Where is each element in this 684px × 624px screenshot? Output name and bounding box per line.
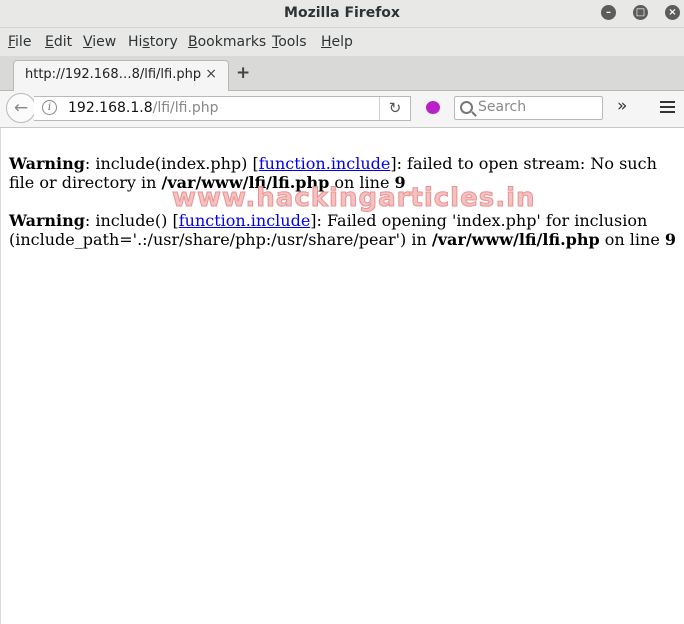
maximize-button[interactable]: □ [633,5,648,20]
window-title: Mozilla Firefox [284,5,400,21]
tab-strip: http://192.168…8/lfi/lfi.php × [0,56,684,91]
hamburger-menu-icon[interactable] [660,101,675,116]
search-input[interactable]: Search [454,96,603,120]
window-titlebar: Mozilla Firefox – □ × [0,0,684,28]
file-path: /var/www/lfi/lfi.php [431,230,600,249]
search-icon [460,101,473,114]
url-host: 192.168.1.8 [68,100,153,116]
url-path: /lfi/lfi.php [152,100,219,116]
info-icon[interactable]: i [42,100,57,115]
watermark: www.hackingarticles.in [172,183,536,214]
line-number: 9 [664,230,677,249]
menu-edit[interactable]: Edit [45,34,72,50]
back-button[interactable]: ← [6,93,36,123]
menu-view[interactable]: View [83,34,116,50]
url-bar[interactable]: i 192.168.1.8/lfi/lfi.php ↻ [34,96,411,121]
function-include-link[interactable]: function.include [259,154,391,173]
url-text[interactable]: 192.168.1.8/lfi/lfi.php [68,100,219,116]
new-tab-button[interactable]: + [236,63,250,83]
tab-active[interactable]: http://192.168…8/lfi/lfi.php × [13,60,229,91]
menu-bar: File Edit View History Bookmarks Tools H… [0,28,684,56]
function-include-link[interactable]: function.include [179,211,311,230]
reload-icon[interactable]: ↻ [379,97,410,120]
minimize-button[interactable]: – [601,5,616,20]
navigation-bar: ← i 192.168.1.8/lfi/lfi.php ↻ Search » [0,91,684,128]
menu-help[interactable]: Help [321,34,353,50]
menu-file[interactable]: File [8,34,31,50]
menu-tools[interactable]: Tools [272,34,307,50]
close-window-button[interactable]: × [665,5,680,20]
menu-bookmarks[interactable]: Bookmarks [188,34,266,50]
warning-label: Warning [9,154,85,173]
warning-label: Warning [9,211,85,230]
extension-icon[interactable] [426,101,440,114]
menu-history[interactable]: History [128,34,178,50]
window-left-edge [0,128,1,624]
tab-close-icon[interactable]: × [205,66,217,82]
overflow-chevron-icon[interactable]: » [617,96,627,116]
tab-title: http://192.168…8/lfi/lfi.php [25,67,202,82]
warning-message-2: Warning: include() [function.include]: F… [9,211,677,249]
search-placeholder: Search [478,99,527,115]
